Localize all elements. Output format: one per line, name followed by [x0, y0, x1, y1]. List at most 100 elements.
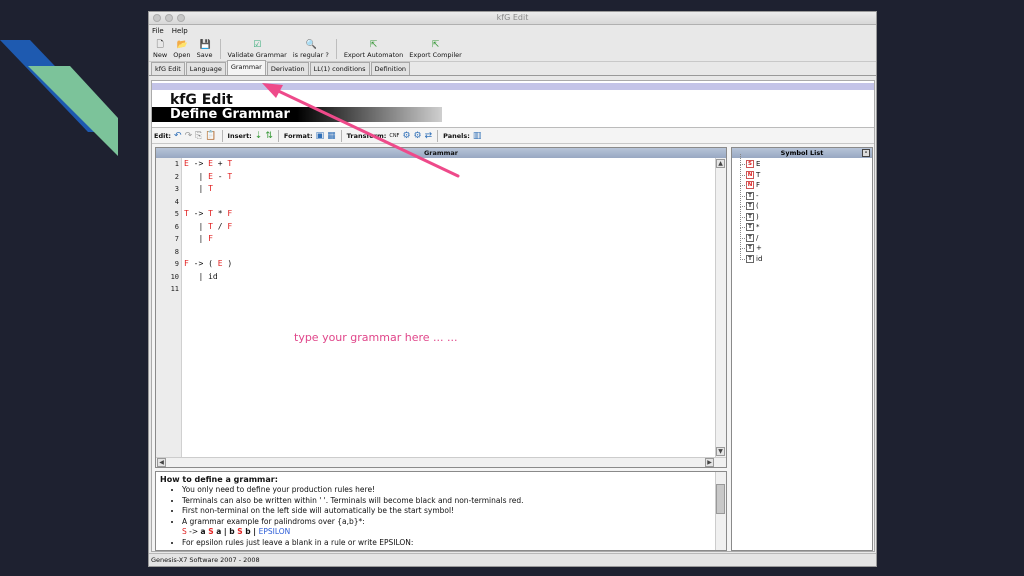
code-token: /	[212, 221, 228, 231]
insert-rule-icon[interactable]: ⇣	[255, 131, 263, 141]
undo-icon[interactable]: ↶	[174, 131, 182, 141]
open-label: Open	[173, 51, 191, 59]
example-r1b: a |	[213, 527, 230, 536]
validate-label: Validate Grammar	[227, 51, 287, 59]
symbol-name: T	[756, 170, 761, 179]
symbol-name: (	[756, 202, 759, 211]
export-compiler-button[interactable]: ⇱ Export Compiler	[407, 40, 464, 61]
example-r2b: b |	[242, 527, 259, 536]
symbol-type-icon: T	[746, 244, 754, 253]
help-scroll-thumb[interactable]	[716, 484, 725, 514]
transform2-icon[interactable]: ⚙	[414, 131, 422, 141]
paste-icon[interactable]: 📋	[205, 131, 216, 141]
format-grid-icon[interactable]: ▦	[327, 131, 336, 141]
open-button[interactable]: 📂 Open	[171, 40, 192, 61]
copy-icon[interactable]: ⎘	[195, 131, 202, 141]
panels-icon[interactable]: ▥	[473, 131, 482, 141]
code-token: | id	[184, 271, 218, 281]
line-number: 8	[174, 247, 179, 256]
help-item: A grammar example for palindroms over {a…	[182, 517, 722, 528]
symbol-list-panel: Symbol List - S E N T N F T - T(T) T * T / T + Tid	[731, 147, 873, 551]
save-button[interactable]: 💾 Save	[195, 40, 215, 61]
minimize-panel-icon[interactable]: -	[862, 149, 870, 157]
validate-grammar-button[interactable]: ☑ Validate Grammar	[226, 40, 289, 61]
export-automaton-button[interactable]: ⇱ Export Automaton	[342, 40, 405, 61]
symbol-name: -	[756, 191, 759, 200]
example-epsilon: EPSILON	[258, 527, 291, 536]
status-bar: Genesis-X7 Software 2007 - 2008	[149, 553, 876, 566]
banner: kfG Edit Define Grammar	[152, 81, 874, 128]
transform-icon[interactable]: ⚙	[402, 131, 410, 141]
is-regular-button[interactable]: 🔍 is regular ?	[291, 40, 331, 61]
menu-bar: File Help	[149, 25, 876, 37]
insert-symbol-icon[interactable]: ⇅	[265, 131, 273, 141]
new-button[interactable]: 🗋 New	[151, 40, 169, 61]
line-number: 10	[170, 272, 179, 281]
code-token: |	[184, 221, 209, 231]
help-panel: How to define a grammar: You only need t…	[155, 471, 727, 551]
symbol-type-icon: T	[746, 223, 754, 232]
scroll-down-icon[interactable]: ▼	[716, 447, 725, 456]
edit-separator	[277, 129, 279, 142]
symbol-list-title: Symbol List	[780, 149, 824, 157]
format-label: Format:	[283, 131, 313, 140]
symbol-type-icon: N	[746, 170, 754, 179]
window-title: kfG Edit	[496, 13, 529, 22]
code-line: F -> ( E )	[184, 258, 714, 271]
code-line: | id	[184, 271, 714, 284]
symbol-name: id	[756, 254, 763, 263]
code-token: )	[222, 259, 233, 268]
edit-toolbar: Edit: ↶ ↷ ⎘ 📋 Insert: ⇣ ⇅ Format: ▣ ▦ Tr…	[152, 128, 874, 144]
code-line: | E - T	[184, 171, 714, 184]
export-icon: ⇱	[369, 40, 378, 50]
grammar-horizontal-scrollbar[interactable]: ◀ ▶	[156, 457, 726, 467]
nonterminal-token: T	[227, 171, 233, 181]
scroll-up-icon[interactable]: ▲	[716, 159, 725, 168]
help-item: Terminals can also be written within ' '…	[182, 496, 722, 507]
line-number: 6	[174, 222, 179, 231]
app-window: kfG Edit File Help 🗋 New 📂 Open 💾 Save ☑ Val…	[148, 11, 877, 567]
insert-label: Insert:	[227, 131, 252, 140]
line-number: 1	[174, 160, 179, 168]
grammar-editor[interactable]: E -> E + T | E - T | TT -> T * F | T / F…	[184, 158, 714, 457]
code-token: +	[212, 159, 228, 168]
tab-definition[interactable]: Definition	[370, 62, 411, 75]
help-item: For epsilon rules just leave a blank in …	[182, 538, 722, 549]
menu-help[interactable]: Help	[172, 25, 188, 37]
tab-grammar[interactable]: Grammar	[226, 60, 266, 75]
cnf-label[interactable]: CNF	[389, 133, 399, 139]
format-window-icon[interactable]: ▣	[316, 131, 325, 141]
export-automaton-label: Export Automaton	[343, 51, 404, 59]
tab-ll1-conditions[interactable]: LL(1) conditions	[309, 62, 370, 75]
toolbar-separator	[335, 39, 337, 59]
banner-title: kfG Edit	[170, 92, 233, 108]
tab-derivation[interactable]: Derivation	[266, 62, 309, 75]
redo-icon[interactable]: ↷	[185, 131, 193, 141]
tab-bar: kfG Edit Language Grammar Derivation LL(…	[149, 60, 876, 76]
tab-language[interactable]: Language	[185, 62, 226, 75]
line-number: 9	[174, 260, 179, 268]
save-label: Save	[196, 51, 213, 59]
nonterminal-token: T	[208, 184, 213, 193]
menu-file[interactable]: File	[152, 25, 164, 37]
scroll-right-icon[interactable]: ▶	[705, 458, 714, 467]
title-bar: kfG Edit	[149, 12, 876, 25]
transform3-icon[interactable]: ⇄	[425, 131, 433, 141]
code-line: | F	[184, 233, 714, 246]
grammar-vertical-scrollbar[interactable]: ▲ ▼	[715, 158, 726, 457]
symbol-item[interactable]: Tid	[738, 248, 763, 265]
help-item: You only need to define your production …	[182, 485, 722, 496]
symbol-type-icon: T	[746, 254, 754, 263]
tab-kfg-edit[interactable]: kfG Edit	[151, 62, 185, 75]
code-token: |	[184, 234, 209, 243]
export-compiler-label: Export Compiler	[409, 51, 462, 59]
regular-label: is regular ?	[292, 51, 329, 59]
scroll-left-icon[interactable]: ◀	[157, 458, 166, 467]
line-number: 2	[174, 172, 179, 181]
code-token: |	[184, 184, 209, 193]
grammar-panel-header: Grammar	[156, 148, 726, 158]
banner-stripe	[152, 83, 874, 90]
